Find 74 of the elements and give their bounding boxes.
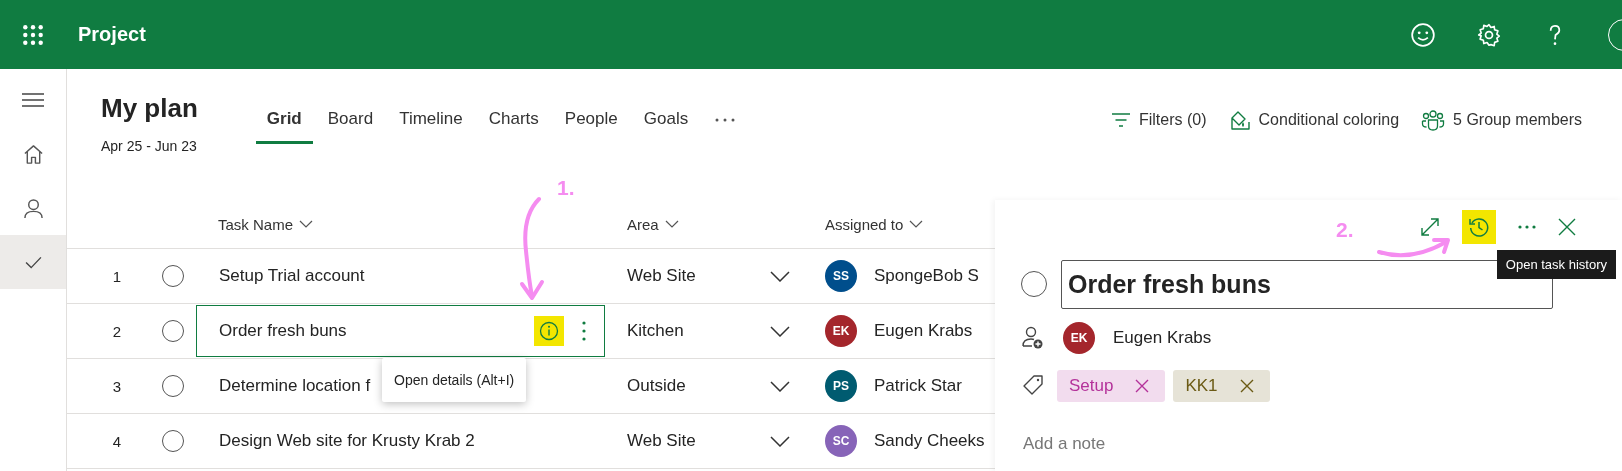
assignee-name: Patrick Star bbox=[874, 376, 962, 396]
expand-icon[interactable] bbox=[1420, 217, 1440, 237]
people-icon bbox=[1421, 109, 1446, 131]
label-tag[interactable]: KK1 bbox=[1173, 370, 1270, 402]
avatar: SC bbox=[825, 425, 857, 457]
assignee-name: Sandy Cheeks bbox=[874, 431, 985, 451]
more-icon[interactable] bbox=[1518, 225, 1536, 229]
avatar: EK bbox=[825, 315, 857, 347]
area-cell-text: Outside bbox=[626, 376, 687, 396]
chevron-down-icon bbox=[299, 220, 314, 228]
task-name: Order fresh buns bbox=[219, 321, 347, 341]
tooltip: Open task history bbox=[1496, 250, 1616, 279]
view-tab[interactable]: Goals bbox=[632, 101, 700, 144]
coloring-button[interactable]: Conditional coloring bbox=[1228, 101, 1400, 139]
row-number: 2 bbox=[111, 322, 122, 340]
person-icon bbox=[22, 197, 44, 219]
more-options-icon[interactable] bbox=[582, 321, 586, 341]
history-button[interactable] bbox=[1462, 210, 1496, 244]
tooltip: Open details (Alt+I) bbox=[382, 358, 527, 402]
checkmark-icon bbox=[24, 255, 42, 269]
label-tag[interactable]: Setup bbox=[1057, 370, 1166, 402]
settings-icon[interactable] bbox=[1476, 21, 1502, 48]
chevron-down-icon bbox=[909, 220, 924, 228]
assignee-name: Eugen Krabs bbox=[874, 321, 973, 341]
plan-title: My plan bbox=[101, 93, 198, 124]
assignee-name: Eugen Krabs bbox=[1113, 328, 1212, 348]
chevron-down-icon[interactable] bbox=[770, 270, 790, 282]
remove-icon[interactable] bbox=[1135, 379, 1150, 393]
row-number: 3 bbox=[111, 377, 122, 395]
column-header[interactable]: Assigned to bbox=[800, 215, 924, 233]
info-icon bbox=[539, 321, 559, 341]
chevron-down-icon[interactable] bbox=[770, 325, 790, 337]
app-launcher-icon[interactable] bbox=[22, 23, 44, 46]
area-cell-text: Web Site bbox=[626, 431, 697, 451]
row-number: 4 bbox=[111, 432, 122, 450]
chevron-down-icon bbox=[664, 220, 679, 228]
area-cell-text: Web Site bbox=[626, 266, 697, 286]
assignee-name: SpongeBob S bbox=[874, 266, 979, 286]
paint-bucket-icon bbox=[1228, 109, 1251, 131]
view-tab[interactable]: Grid bbox=[255, 101, 313, 144]
note-field[interactable]: Add a note bbox=[1021, 434, 1622, 454]
info-button[interactable] bbox=[534, 316, 564, 346]
row-number: 1 bbox=[111, 267, 122, 285]
add-person-icon[interactable] bbox=[1021, 326, 1045, 350]
chevron-down-icon[interactable] bbox=[770, 380, 790, 392]
annotation-number: 2. bbox=[1336, 218, 1354, 242]
menu-icon bbox=[22, 93, 44, 107]
avatar: EK bbox=[1063, 322, 1095, 354]
avatar: PS bbox=[825, 370, 857, 402]
history-icon bbox=[1468, 216, 1490, 238]
task-name: Determine location f bbox=[219, 376, 371, 396]
close-icon[interactable] bbox=[1558, 218, 1576, 236]
task-cell[interactable]: Order fresh buns bbox=[196, 305, 605, 357]
smiley-icon[interactable] bbox=[1410, 21, 1436, 48]
area-cell-text: Kitchen bbox=[626, 321, 685, 341]
filter-icon bbox=[1110, 112, 1131, 128]
chevron-down-icon[interactable] bbox=[770, 435, 790, 447]
task-name: Setup Trial account bbox=[219, 266, 365, 286]
remove-icon[interactable] bbox=[1239, 379, 1254, 393]
members-button[interactable]: 5 Group members bbox=[1421, 101, 1582, 139]
column-header[interactable]: Area bbox=[605, 215, 679, 233]
view-tab[interactable]: Timeline bbox=[388, 101, 474, 144]
avatar: SS bbox=[825, 260, 857, 292]
app-title: Project bbox=[78, 23, 146, 46]
home-icon bbox=[22, 143, 44, 165]
more-icon[interactable] bbox=[715, 117, 736, 122]
annotation-number: 1. bbox=[557, 176, 575, 200]
filter-button[interactable]: Filters (0) bbox=[1110, 101, 1207, 139]
view-tab[interactable]: People bbox=[553, 101, 629, 144]
task-name: Design Web site for Krusty Krab 2 bbox=[219, 431, 475, 451]
column-header[interactable]: Task Name bbox=[196, 215, 314, 233]
view-tab[interactable]: Board bbox=[316, 101, 385, 144]
view-tab[interactable]: Charts bbox=[477, 101, 550, 144]
plan-dates: Apr 25 - Jun 23 bbox=[101, 138, 198, 154]
